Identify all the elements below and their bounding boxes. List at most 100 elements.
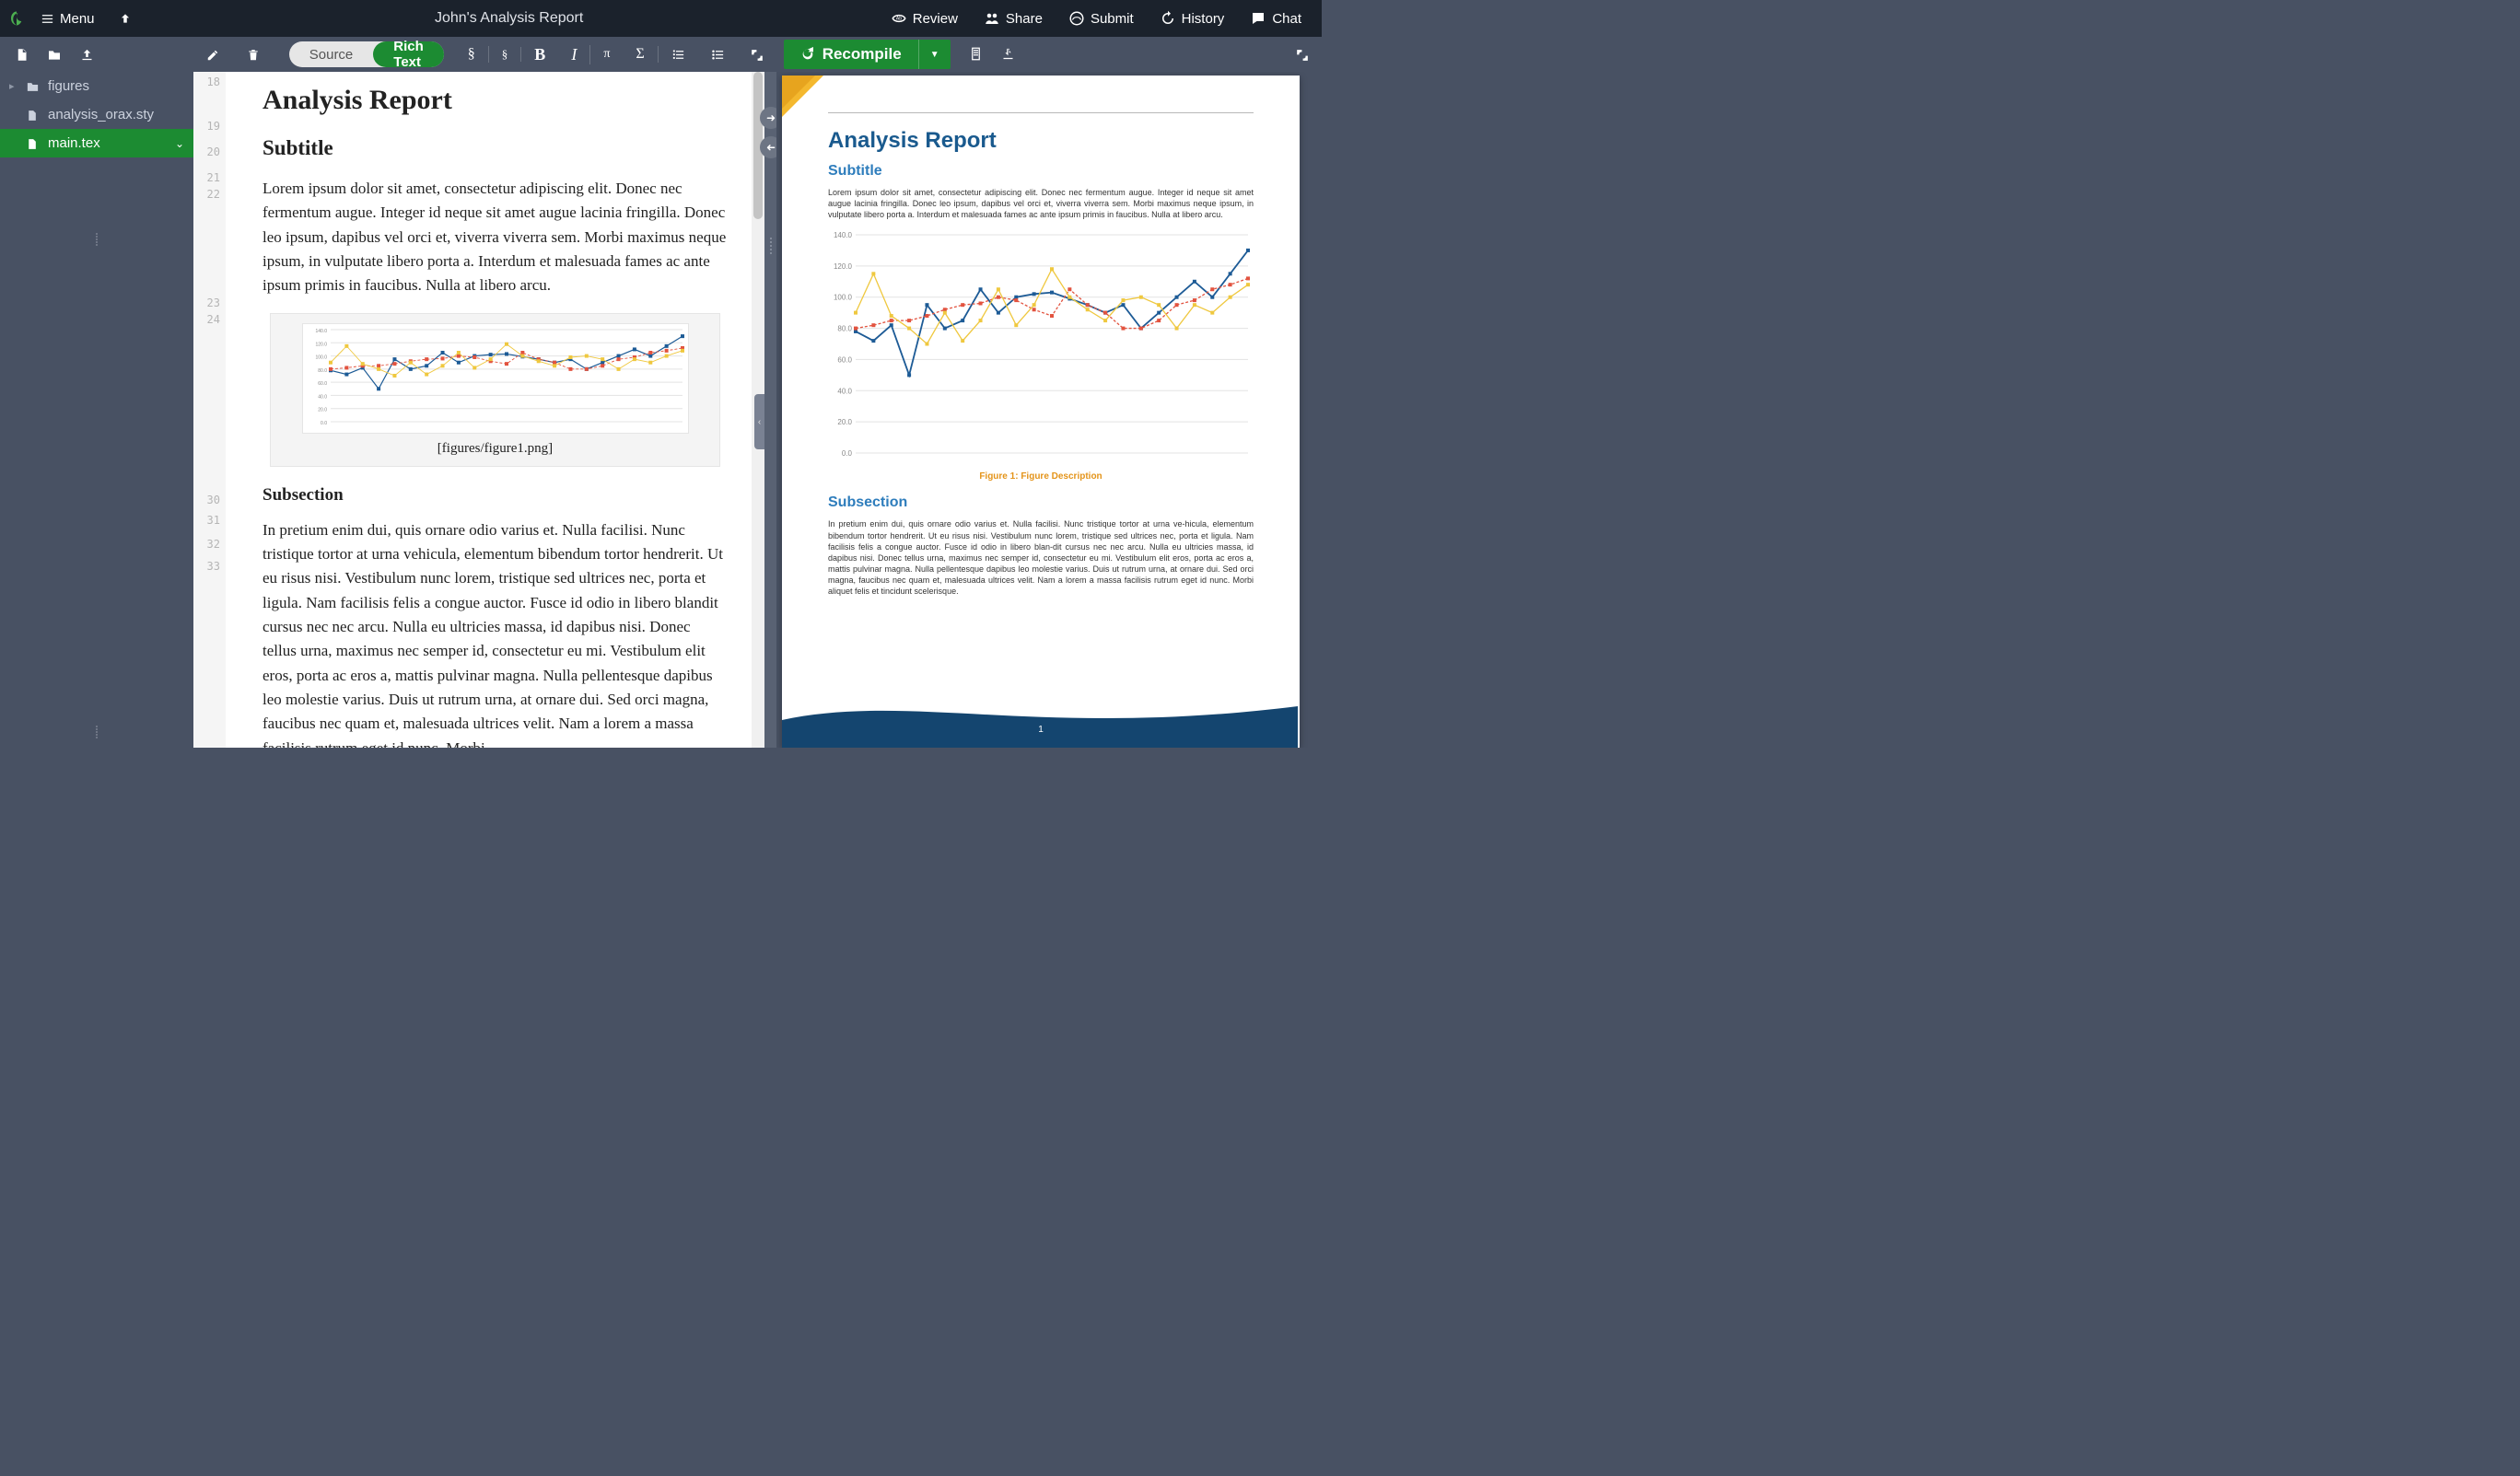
svg-text:100.0: 100.0	[315, 354, 327, 360]
panel-drag-handle[interactable]	[96, 233, 98, 246]
svg-text:100.0: 100.0	[834, 294, 853, 302]
menu-button[interactable]: Menu	[33, 7, 102, 30]
svg-text:60.0: 60.0	[318, 381, 327, 387]
svg-text:Ab: Ab	[896, 17, 903, 22]
line-number: 18	[207, 76, 220, 88]
inline-math-button[interactable]: π	[590, 47, 623, 62]
pdf-paragraph: Lorem ipsum dolor sit amet, consectetur …	[828, 187, 1254, 220]
back-up-button[interactable]	[110, 6, 141, 30]
file-main-tex[interactable]: main.tex ⌄	[0, 129, 193, 157]
pdf-paragraph: In pretium enim dui, quis ornare odio va…	[828, 518, 1254, 597]
doc-paragraph: In pretium enim dui, quis ornare odio va…	[262, 518, 728, 748]
rename-button[interactable]	[197, 43, 228, 65]
line-number: 20	[207, 145, 220, 158]
svg-text:140.0: 140.0	[315, 329, 327, 334]
figure-caption: [figures/figure1.png]	[280, 441, 710, 457]
bullet-list-button[interactable]	[698, 46, 738, 63]
svg-text:120.0: 120.0	[834, 262, 853, 271]
chevron-down-icon[interactable]: ⌄	[175, 137, 184, 150]
history-button[interactable]: History	[1147, 0, 1238, 37]
pdf-title: Analysis Report	[828, 128, 1254, 154]
line-gutter: 18 19 20 21 22 23 24 30 31 32 33	[193, 72, 226, 748]
doc-subtitle: Subtitle	[262, 136, 728, 160]
svg-text:40.0: 40.0	[837, 388, 852, 396]
delete-button[interactable]	[238, 43, 269, 65]
share-button[interactable]: Share	[971, 0, 1056, 37]
pdf-figure-caption: Figure 1: Figure Description	[828, 471, 1254, 482]
file-icon	[26, 136, 41, 151]
italic-button[interactable]: I	[558, 45, 590, 64]
project-title: John's Analysis Report	[141, 10, 878, 27]
review-button[interactable]: Ab Review	[878, 0, 971, 37]
line-number: 24	[207, 313, 220, 326]
editor-mode-toggle: Source Rich Text	[289, 41, 444, 67]
line-number: 23	[207, 296, 220, 309]
line-number: 30	[207, 494, 220, 506]
panel-drag-handle[interactable]	[96, 726, 98, 738]
line-number: 22	[207, 188, 220, 201]
svg-text:120.0: 120.0	[315, 342, 327, 347]
new-folder-button[interactable]	[41, 42, 67, 65]
pdf-subtitle: Subtitle	[828, 163, 1254, 180]
file-icon	[26, 108, 41, 122]
pdf-preview-pane: Analysis Report Subtitle Lorem ipsum dol…	[776, 72, 1322, 748]
recompile-button[interactable]: Recompile ▼	[784, 40, 951, 69]
horizontal-rule	[828, 112, 1254, 113]
chat-button[interactable]: Chat	[1237, 0, 1314, 37]
figure-block: 0.0 20.0 40.0 60.0 80.0 100.0 120.0 140.0 [figu…	[270, 313, 720, 467]
source-mode-tab[interactable]: Source	[289, 41, 374, 67]
display-math-button[interactable]: Σ	[623, 46, 658, 63]
svg-text:80.0: 80.0	[318, 368, 327, 374]
line-number: 21	[207, 171, 220, 184]
menu-label: Menu	[60, 11, 95, 27]
line-number: 31	[207, 514, 220, 527]
line-number: 19	[207, 120, 220, 133]
svg-text:0.0: 0.0	[321, 421, 327, 426]
svg-text:80.0: 80.0	[837, 325, 852, 333]
section-button[interactable]: §	[455, 46, 489, 63]
refresh-icon	[800, 47, 815, 62]
pdf-page: Analysis Report Subtitle Lorem ipsum dol…	[782, 76, 1300, 748]
file-analysis-sty[interactable]: analysis_orax.sty	[0, 100, 193, 129]
page-number: 1	[782, 725, 1300, 735]
page-corner-decoration	[782, 76, 815, 109]
download-pdf-button[interactable]	[992, 46, 1024, 63]
app-header: Menu John's Analysis Report Ab Review Sh…	[0, 0, 1322, 37]
upload-button[interactable]	[75, 43, 99, 66]
svg-text:40.0: 40.0	[318, 394, 327, 400]
folder-icon	[26, 78, 41, 94]
subsection-button[interactable]: §	[489, 47, 522, 62]
submit-button[interactable]: Submit	[1056, 0, 1147, 37]
svg-text:60.0: 60.0	[837, 356, 852, 365]
richtext-mode-tab[interactable]: Rich Text	[373, 41, 444, 67]
svg-text:20.0: 20.0	[837, 419, 852, 427]
line-number: 33	[207, 560, 220, 573]
line-number: 32	[207, 538, 220, 551]
drag-handle-icon	[770, 238, 772, 254]
doc-subsection: Subsection	[262, 485, 728, 506]
pane-splitter[interactable]: ➜ ➜ ‹ ›	[764, 72, 776, 748]
figure-chart: 0.0 20.0 40.0 60.0 80.0 100.0 120.0 140.0	[302, 323, 689, 434]
recompile-dropdown[interactable]: ▼	[918, 40, 951, 69]
new-file-button[interactable]	[9, 43, 34, 66]
pdf-page-footer: 1	[782, 683, 1300, 748]
doc-paragraph: Lorem ipsum dolor sit amet, consectetur …	[262, 177, 728, 298]
toolbar: Source Rich Text § § B I π Σ Recompile	[0, 37, 1322, 72]
bold-button[interactable]: B	[521, 45, 558, 64]
pdf-figure: 0.0 20.0 40.0 60.0 80.0 100.0 120.0 140.0	[828, 229, 1254, 464]
logs-button[interactable]	[960, 46, 992, 63]
svg-text:20.0: 20.0	[318, 407, 327, 413]
overleaf-logo-icon	[7, 9, 26, 28]
svg-text:140.0: 140.0	[834, 231, 853, 239]
file-tree: ▸ figures analysis_orax.sty main.tex ⌄	[0, 72, 193, 748]
caret-right-icon: ▸	[9, 80, 18, 92]
pdf-fullscreen-button[interactable]	[1283, 47, 1322, 63]
collapse-left-handle[interactable]: ‹	[754, 394, 764, 449]
editor-fullscreen-button[interactable]	[738, 47, 776, 63]
doc-title: Analysis Report	[262, 85, 728, 116]
folder-figures[interactable]: ▸ figures	[0, 72, 193, 100]
svg-text:0.0: 0.0	[842, 449, 853, 458]
numbered-list-button[interactable]	[659, 46, 698, 63]
editor-pane: 18 19 20 21 22 23 24 30 31 32 33 Analysis Report S…	[193, 72, 764, 748]
rich-text-document[interactable]: Analysis Report Subtitle Lorem ipsum dol…	[226, 72, 764, 748]
